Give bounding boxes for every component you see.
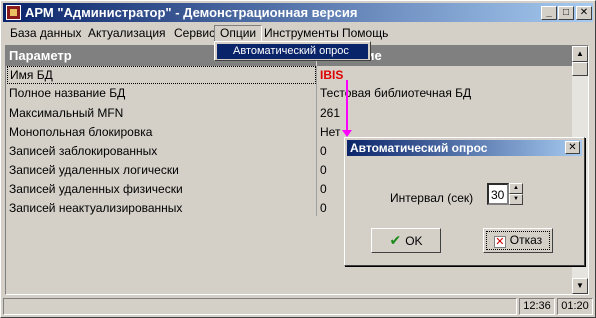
param-value: Нет: [320, 125, 341, 139]
annotation-arrow-head: [342, 130, 352, 137]
title-bar[interactable]: АРМ "Администратор" - Демонстрационная в…: [3, 3, 593, 22]
menu-bar: База данных Актуализация Сервис Опции Ин…: [3, 23, 593, 42]
param-name: Записей заблокированных: [9, 144, 158, 158]
options-dropdown-menu: Автоматический опрос: [214, 41, 371, 61]
param-value: 261: [320, 106, 341, 120]
ok-label: OK: [405, 234, 423, 248]
interval-label: Интервал (сек): [390, 191, 474, 205]
param-value: 0: [320, 144, 327, 158]
interval-input[interactable]: 30: [487, 183, 509, 205]
annotation-arrow: [346, 80, 348, 132]
param-value: IBIS: [320, 68, 344, 82]
minimize-button[interactable]: _: [541, 6, 557, 20]
table-row[interactable]: Имя БД IBIS: [6, 66, 574, 84]
dialog-close-button[interactable]: ✕: [565, 141, 580, 154]
param-name: Записей удаленных физически: [9, 182, 183, 196]
menu-service[interactable]: Сервис: [169, 25, 220, 42]
param-name: Записей удаленных логически: [9, 163, 179, 177]
param-name: Записей неактуализированных: [9, 201, 183, 215]
maximize-button[interactable]: □: [558, 6, 574, 20]
param-name: Имя БД: [7, 66, 316, 84]
header-parameter[interactable]: Параметр: [9, 48, 72, 63]
status-elapsed: 01:20: [557, 298, 593, 315]
menu-item-auto-poll[interactable]: Автоматический опрос: [217, 44, 368, 59]
scroll-thumb[interactable]: [572, 62, 588, 76]
dialog-title: Автоматический опрос: [350, 141, 488, 155]
auto-poll-dialog: Автоматический опрос ✕ Интервал (сек) 30…: [344, 137, 585, 266]
window-title: АРМ "Администратор" - Демонстрационная в…: [25, 5, 358, 20]
status-bar: 12:36 01:20: [3, 298, 593, 316]
table-row[interactable]: Максимальный MFN 261: [6, 104, 574, 122]
menu-options[interactable]: Опции: [214, 25, 263, 42]
menu-database[interactable]: База данных: [5, 25, 86, 42]
close-button[interactable]: ✕: [576, 6, 592, 20]
status-panel-main: [3, 298, 517, 315]
interval-spinner: ▲ ▼: [509, 183, 523, 205]
param-value: Тестовая библиотечная БД: [320, 86, 472, 100]
param-name: Монопольная блокировка: [9, 125, 153, 139]
table-row[interactable]: Полное название БД Тестовая библиотечная…: [6, 84, 574, 102]
cancel-button[interactable]: ✕ Отказ: [483, 228, 553, 253]
dialog-title-bar[interactable]: Автоматический опрос ✕: [347, 140, 582, 156]
checkmark-icon: ✔: [389, 232, 402, 248]
cross-icon: ✕: [493, 236, 506, 248]
scroll-down-icon[interactable]: ▼: [572, 278, 588, 294]
menu-help[interactable]: Помощь: [337, 25, 393, 42]
ok-button[interactable]: ✔ OK: [371, 228, 441, 253]
app-icon[interactable]: [6, 5, 21, 20]
scroll-up-icon[interactable]: ▲: [572, 46, 588, 62]
param-name: Максимальный MFN: [9, 106, 124, 120]
param-value: 0: [320, 163, 327, 177]
status-time: 12:36: [519, 298, 555, 315]
menu-actualization[interactable]: Актуализация: [83, 25, 171, 42]
param-name: Полное название БД: [9, 86, 126, 100]
param-value: 0: [320, 201, 327, 215]
menu-tools[interactable]: Инструменты: [259, 25, 344, 42]
spin-up-icon[interactable]: ▲: [509, 183, 523, 194]
param-value: 0: [320, 182, 327, 196]
spin-down-icon[interactable]: ▼: [509, 194, 523, 205]
cancel-label: Отказ: [509, 233, 543, 247]
